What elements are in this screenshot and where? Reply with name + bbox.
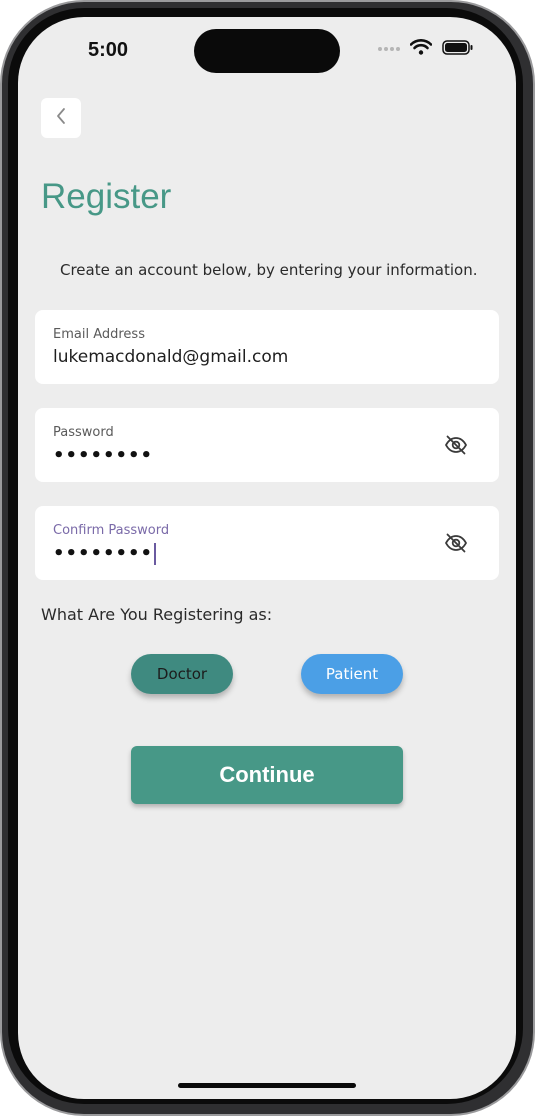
home-indicator xyxy=(178,1083,356,1088)
screen: 5:00 Register Create an account below, b… xyxy=(18,17,516,1099)
eye-off-icon xyxy=(444,533,468,553)
text-cursor xyxy=(154,543,157,565)
email-field[interactable]: Email Address lukemacdonald@gmail.com xyxy=(35,310,499,384)
cellular-signal-icon xyxy=(378,47,400,51)
page-subtitle: Create an account below, by entering you… xyxy=(60,261,478,279)
confirm-password-field[interactable]: Confirm Password •••••••• xyxy=(35,506,499,580)
patient-role-button[interactable]: Patient xyxy=(301,654,403,694)
email-input[interactable]: lukemacdonald@gmail.com xyxy=(53,347,288,367)
password-input[interactable]: •••••••• xyxy=(53,445,153,466)
dynamic-island xyxy=(194,29,340,73)
role-question: What Are You Registering as: xyxy=(41,605,273,624)
confirm-password-visibility-toggle[interactable] xyxy=(443,530,469,556)
password-field[interactable]: Password •••••••• xyxy=(35,408,499,482)
confirm-password-field-label: Confirm Password xyxy=(53,523,170,538)
continue-button[interactable]: Continue xyxy=(131,746,403,804)
eye-off-icon xyxy=(444,435,468,455)
password-visibility-toggle[interactable] xyxy=(443,432,469,458)
chevron-left-icon xyxy=(54,106,68,130)
status-icons xyxy=(378,39,474,59)
confirm-password-input[interactable]: •••••••• xyxy=(53,543,157,565)
status-time: 5:00 xyxy=(88,39,129,61)
back-button[interactable] xyxy=(41,98,81,138)
email-field-label: Email Address xyxy=(53,327,145,342)
page-title: Register xyxy=(41,177,172,216)
confirm-password-value: •••••••• xyxy=(53,543,154,564)
wifi-icon xyxy=(409,39,433,59)
doctor-role-button[interactable]: Doctor xyxy=(131,654,233,694)
password-field-label: Password xyxy=(53,425,114,440)
battery-icon xyxy=(442,39,474,59)
